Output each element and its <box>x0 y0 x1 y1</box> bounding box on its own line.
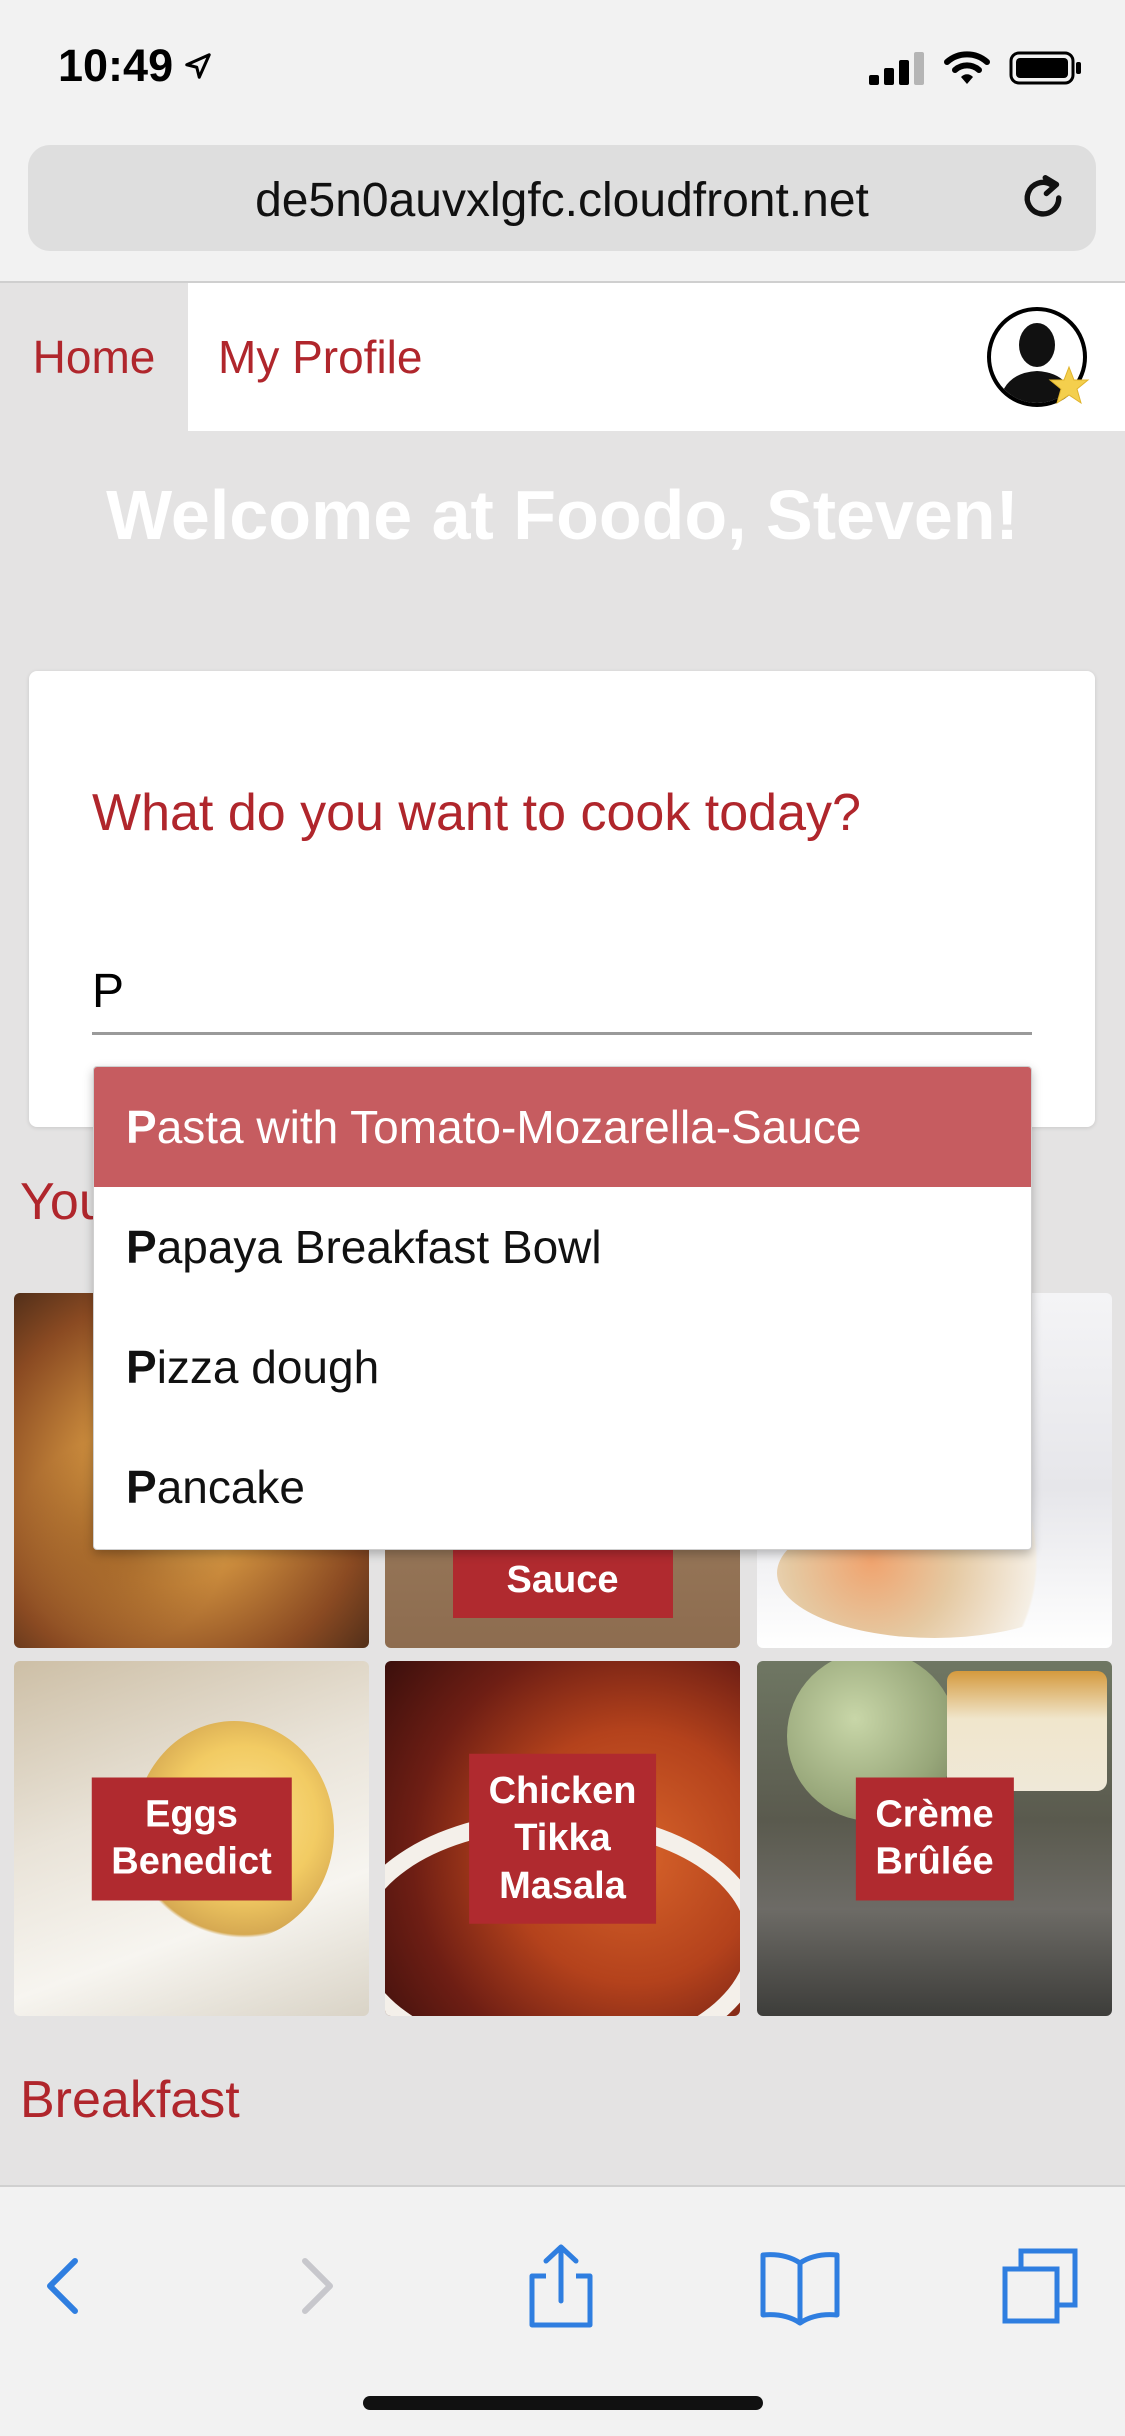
recipe-tile-creme-brulee[interactable]: Crème Brûlée <box>757 1661 1112 2016</box>
wifi-icon <box>944 51 990 84</box>
app-nav-bar: Home My Profile <box>0 283 1125 431</box>
match-prefix: P <box>126 1461 157 1513</box>
tile-label: Eggs Benedict <box>91 1777 292 1900</box>
forward-icon[interactable] <box>270 2241 360 2331</box>
autocomplete-dropdown: Pasta with Tomato-Mozarella-Sauce Papaya… <box>93 1066 1032 1550</box>
tile-label: Chicken Tikka Masala <box>468 1753 657 1924</box>
avatar-icon[interactable] <box>985 305 1095 415</box>
reload-icon[interactable] <box>1016 171 1070 225</box>
recipe-tile-chicken-tikka-masala[interactable]: Chicken Tikka Masala <box>385 1661 740 2016</box>
location-arrow-icon <box>185 53 211 79</box>
recipe-search-input[interactable] <box>92 951 1032 1035</box>
back-icon[interactable] <box>20 2241 110 2331</box>
autocomplete-option[interactable]: Pizza dough <box>94 1307 1031 1427</box>
tabs-icon[interactable] <box>995 2241 1085 2331</box>
option-text: asta with Tomato-Mozarella-Sauce <box>156 1101 862 1153</box>
status-indicators <box>869 50 1083 86</box>
clock-label: 10:49 <box>58 40 174 91</box>
match-prefix: P <box>126 1101 157 1153</box>
share-icon[interactable] <box>516 2241 606 2331</box>
bookmarks-icon[interactable] <box>755 2241 845 2331</box>
tile-label: Crème Brûlée <box>855 1777 1014 1900</box>
home-indicator <box>363 2396 763 2410</box>
option-text: izza dough <box>156 1341 380 1393</box>
tile-image <box>947 1671 1107 1791</box>
nav-home-tab[interactable]: Home <box>0 283 188 431</box>
section-heading-breakfast: Breakfast <box>20 2071 240 2129</box>
match-prefix: P <box>126 1221 157 1273</box>
recipe-tile-eggs-benedict[interactable]: Eggs Benedict <box>14 1661 369 2016</box>
match-prefix: P <box>126 1341 157 1393</box>
nav-my-profile-link[interactable]: My Profile <box>218 283 422 431</box>
tile-label: Sauce <box>452 1542 673 1618</box>
search-question: What do you want to cook today? <box>92 784 861 842</box>
status-time: 10:49 <box>58 40 213 92</box>
welcome-heading: Welcome at Foodo, Steven! <box>106 476 1019 554</box>
option-text: ancake <box>156 1461 306 1513</box>
browser-address-area: de5n0auvxlgfc.cloudfront.net <box>0 135 1125 283</box>
autocomplete-option[interactable]: Pasta with Tomato-Mozarella-Sauce <box>94 1067 1031 1187</box>
autocomplete-option[interactable]: Pancake <box>94 1427 1031 1547</box>
address-bar[interactable]: de5n0auvxlgfc.cloudfront.net <box>28 145 1096 251</box>
search-card: What do you want to cook today? <box>29 671 1095 1127</box>
battery-icon <box>1009 51 1081 85</box>
status-bar: 10:49 <box>0 0 1125 135</box>
cellular-signal-icon <box>869 52 924 85</box>
option-text: apaya Breakfast Bowl <box>156 1221 602 1273</box>
url-text[interactable]: de5n0auvxlgfc.cloudfront.net <box>28 173 1096 228</box>
autocomplete-option[interactable]: Papaya Breakfast Bowl <box>94 1187 1031 1307</box>
